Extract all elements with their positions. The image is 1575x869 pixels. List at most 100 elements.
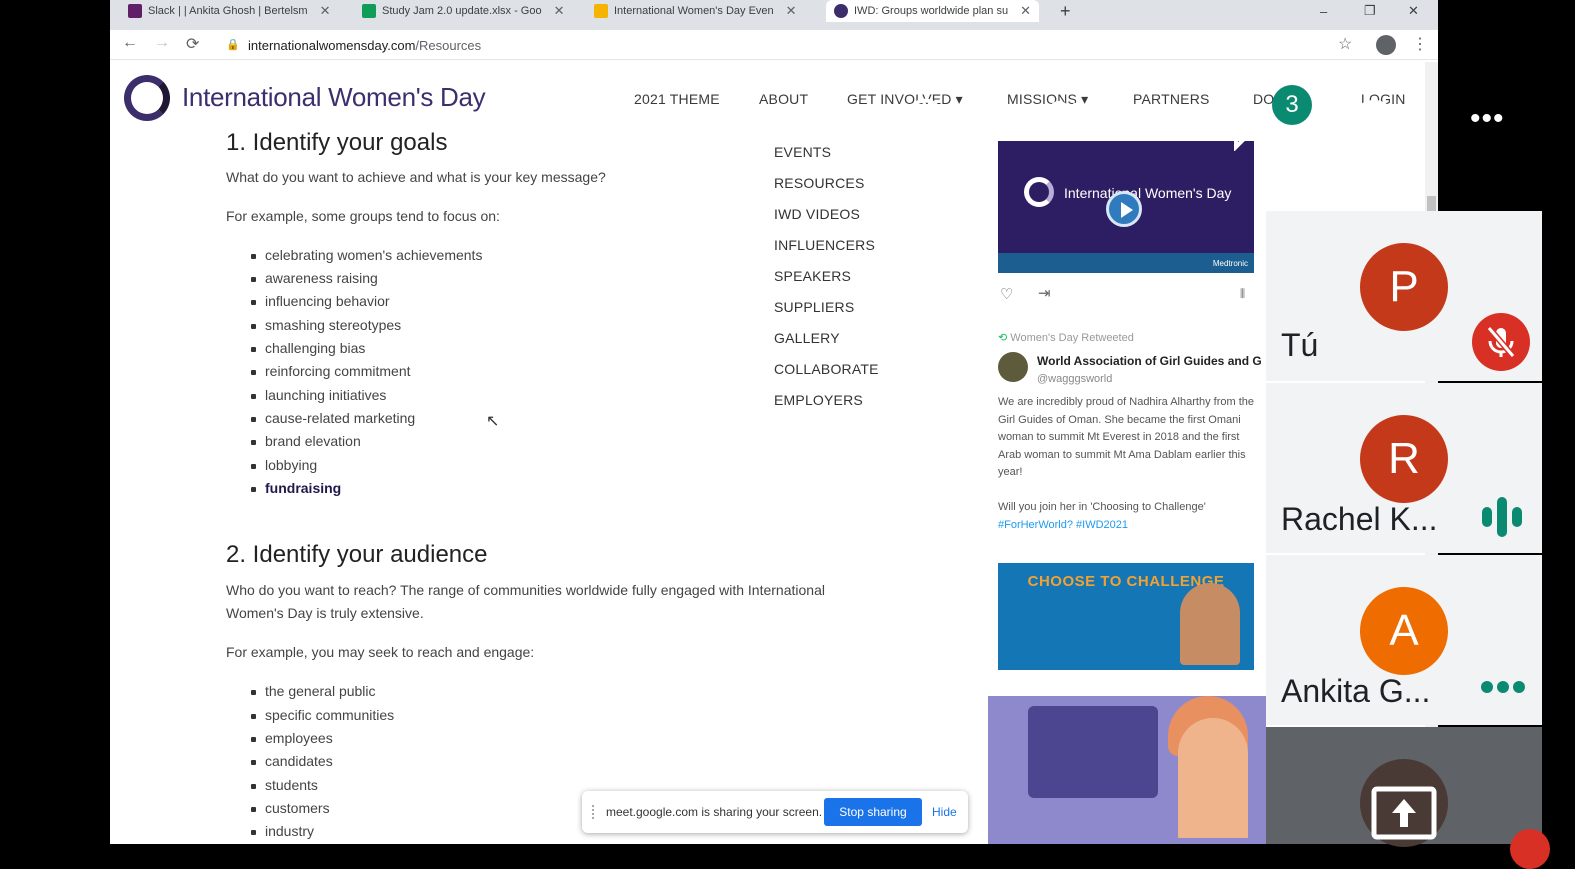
hide-button[interactable]: Hide — [932, 805, 957, 819]
mic-off-icon — [1472, 313, 1530, 371]
video-brand: Medtronic — [1212, 259, 1248, 268]
chevron-down-icon: ▾ — [955, 91, 963, 107]
tweet-author[interactable]: World Association of Girl Guides and G — [1037, 354, 1262, 368]
list-item: reinforcing commitment — [251, 363, 411, 379]
nav-get-involved[interactable]: GET INVOLVED ▾ — [847, 91, 963, 108]
side-menu-employers[interactable]: EMPLOYERS — [774, 392, 863, 408]
choose-to-challenge-image[interactable]: CHOOSE TO CHALLENGE — [998, 563, 1254, 670]
tweet-text: We are incredibly proud of Nadhira Alhar… — [998, 396, 1254, 478]
nav-2021-theme[interactable]: 2021 THEME — [634, 91, 720, 107]
section-audience-question-line2: Women's Day is truly extensive. — [226, 605, 424, 621]
participant-tile[interactable]: P Tú — [1266, 211, 1542, 381]
participant-tile[interactable]: A Ankita G... — [1266, 555, 1542, 725]
tweet-hashtags[interactable]: #ForHerWorld? #IWD2021 — [998, 519, 1128, 531]
iwd-logo-icon[interactable] — [124, 75, 170, 121]
avatar: R — [1360, 415, 1448, 503]
close-tab-icon[interactable]: ✕ — [1020, 3, 1031, 19]
side-menu-speakers[interactable]: SPEAKERS — [774, 268, 851, 284]
more-dots-icon — [1480, 675, 1526, 704]
speaking-indicator-icon — [1478, 497, 1526, 542]
share-icon[interactable]: ⇥ — [1038, 284, 1051, 302]
url-field[interactable]: internationalwomensday.com/Resources — [248, 38, 481, 53]
avatar: A — [1360, 587, 1448, 675]
profile-icon[interactable] — [1376, 35, 1396, 55]
mouse-cursor-icon: ↖ — [486, 413, 500, 430]
side-menu-resources[interactable]: RESOURCES — [774, 175, 864, 191]
side-menu-influencers[interactable]: INFLUENCERS — [774, 237, 875, 253]
list-item: smashing stereotypes — [250, 317, 402, 333]
chat-unread-badge: 3 — [1272, 85, 1312, 125]
screen-share-notice: meet.google.com is sharing your screen. … — [582, 791, 968, 833]
retweet-icon: ⟲ — [998, 332, 1011, 344]
section-audience-example: For example, you may seek to reach and e… — [226, 644, 535, 660]
avatar[interactable] — [998, 352, 1028, 382]
stats-icon[interactable]: ⫼ — [1240, 288, 1245, 301]
tweet-question: Will you join her in 'Choosing to Challe… — [998, 501, 1206, 531]
avatar: P — [1360, 243, 1448, 331]
bookmark-star-icon[interactable]: ☆ — [1338, 34, 1352, 54]
minimize-button[interactable]: – — [1320, 0, 1327, 22]
list-item: launching initiatives — [250, 387, 387, 403]
back-icon[interactable]: ← — [122, 34, 138, 52]
list-item-link[interactable]: fundraising — [250, 480, 341, 496]
participant-name: Tú — [1281, 327, 1319, 363]
iwd-logo-icon — [1024, 177, 1054, 207]
drag-handle-icon[interactable] — [592, 805, 596, 819]
side-menu-iwd-videos[interactable]: IWD VIDEOS — [774, 206, 860, 222]
maximize-button[interactable]: ❐ — [1364, 0, 1376, 22]
people-icon[interactable] — [1037, 100, 1095, 149]
close-tab-icon[interactable]: ✕ — [320, 3, 331, 19]
illustration-image — [988, 696, 1266, 844]
address-bar: ← → ⟳ 🔒 internationalwomensday.com/Resou… — [110, 30, 1438, 60]
participants-count[interactable]: (21) — [1104, 103, 1164, 142]
portrait-image — [1180, 583, 1240, 665]
site-logo-text[interactable]: International Women's Day — [182, 82, 486, 113]
side-menu-events[interactable]: EVENTS — [774, 144, 831, 160]
video-title: International Women's Day — [1064, 185, 1232, 201]
list-item: lobbying — [250, 457, 318, 473]
present-screen-icon — [1370, 785, 1438, 850]
section-goals-title: 1. Identify your goals — [226, 129, 448, 156]
iwd-favicon-icon — [834, 4, 848, 18]
side-menu-collaborate[interactable]: COLLABORATE — [774, 361, 879, 377]
browser-tab-active[interactable]: IWD: Groups worldwide plan su ✕ — [826, 0, 1039, 22]
slack-icon — [128, 4, 142, 18]
participant-tile[interactable]: R Rachel K... — [1266, 383, 1542, 553]
tweet-handle[interactable]: @wagggsworld — [1037, 373, 1112, 385]
forward-icon[interactable]: → — [154, 34, 170, 52]
participant-name: Rachel K... — [1281, 501, 1438, 537]
play-icon[interactable] — [1106, 191, 1142, 227]
browser-tab[interactable]: Slack | | Ankita Ghosh | Bertelsm ✕ — [128, 0, 331, 22]
video-thumbnail[interactable]: International Women's Day Medtronic — [998, 141, 1254, 273]
share-notice-text: meet.google.com is sharing your screen. — [606, 805, 823, 819]
section-goals-question: What do you want to achieve and what is … — [226, 169, 606, 185]
list-item: students — [251, 777, 318, 793]
info-icon[interactable] — [1349, 98, 1399, 153]
close-window-button[interactable]: ✕ — [1408, 0, 1419, 22]
new-tab-button[interactable]: + — [1060, 0, 1071, 22]
cast-icon[interactable] — [906, 92, 944, 155]
list-item: specific communities — [250, 707, 395, 723]
close-tab-icon[interactable]: ✕ — [786, 3, 797, 19]
calendar-icon — [594, 4, 608, 18]
list-item: customers — [251, 800, 330, 816]
nav-about[interactable]: ABOUT — [759, 91, 808, 107]
retweet-label: ⟲ Women's Day Retweeted — [998, 332, 1134, 344]
side-menu-suppliers[interactable]: SUPPLIERS — [774, 299, 854, 315]
section-audience-question-line1: Who do you want to reach? The range of c… — [226, 582, 825, 598]
browser-tab[interactable]: International Women's Day Even ✕ — [594, 0, 797, 22]
stop-sharing-button[interactable]: Stop sharing — [824, 798, 922, 826]
close-tab-icon[interactable]: ✕ — [554, 3, 565, 19]
reload-icon[interactable]: ⟳ — [186, 34, 199, 54]
kebab-menu-icon[interactable]: ⋮ — [1412, 34, 1428, 54]
side-menu-gallery[interactable]: GALLERY — [774, 330, 840, 346]
list-item: challenging bias — [250, 340, 366, 356]
list-item: brand elevation — [251, 433, 361, 449]
more-options-icon[interactable]: ••• — [1470, 102, 1505, 136]
browser-tab[interactable]: Study Jam 2.0 update.xlsx - Goo ✕ — [362, 0, 565, 22]
heart-icon[interactable]: ♡ — [1000, 285, 1013, 303]
list-item: employees — [251, 730, 333, 746]
presentation-tile[interactable] — [1266, 727, 1550, 869]
lock-icon: 🔒 — [226, 39, 240, 51]
section-goals-example: For example, some groups tend to focus o… — [226, 208, 500, 224]
